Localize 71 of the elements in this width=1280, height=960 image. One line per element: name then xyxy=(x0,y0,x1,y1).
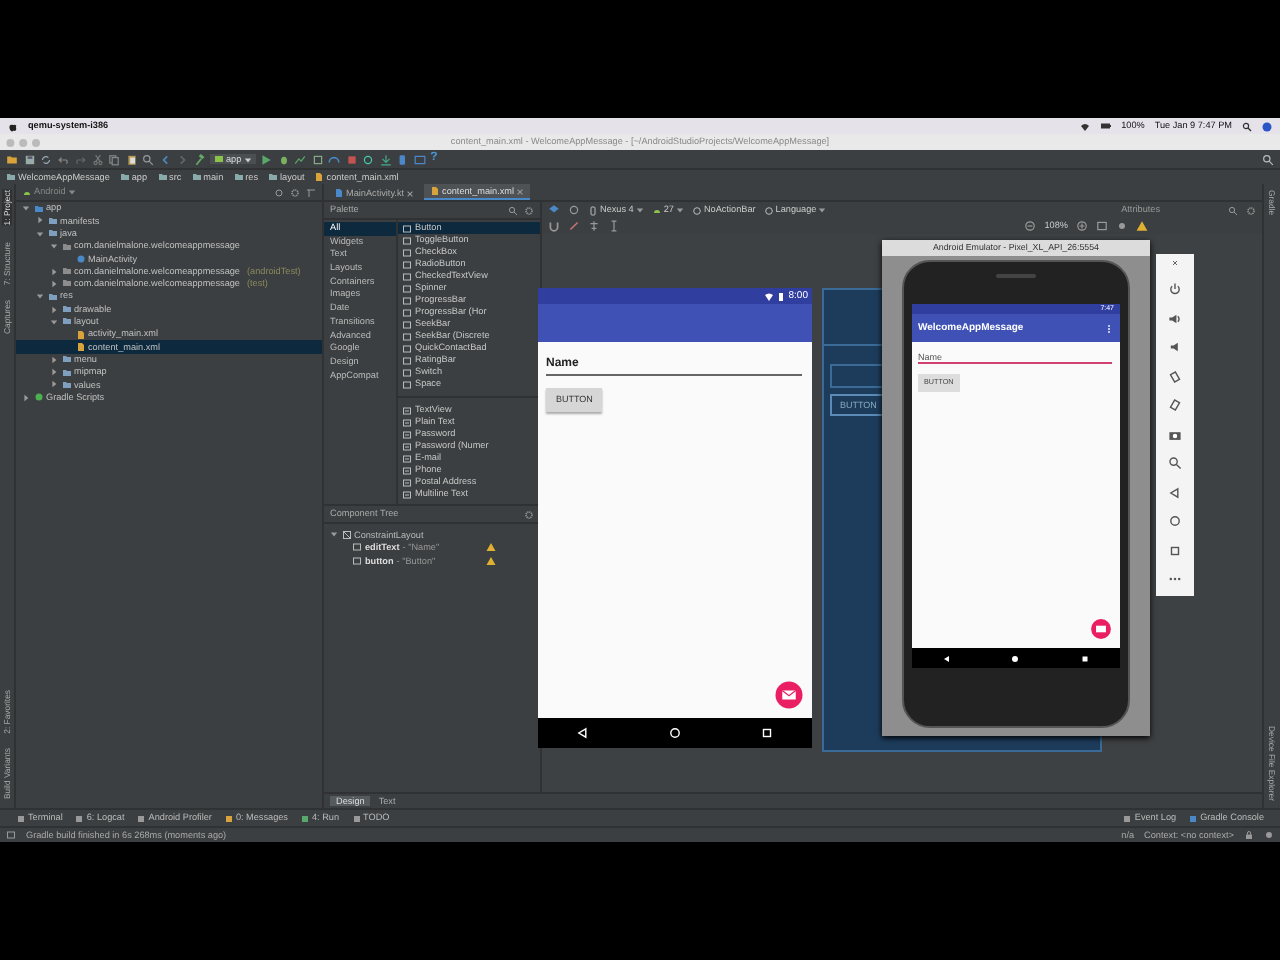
gear-icon[interactable] xyxy=(290,187,300,197)
close-icon[interactable] xyxy=(1170,258,1180,268)
circle-icon xyxy=(691,205,702,215)
collapse-icon[interactable] xyxy=(306,187,316,197)
fab-mail-icon[interactable] xyxy=(774,680,804,710)
wifi-icon xyxy=(764,291,775,301)
back-icon[interactable] xyxy=(941,653,952,663)
volume-down-icon[interactable] xyxy=(1168,340,1182,355)
warning-icon[interactable] xyxy=(486,555,496,566)
warning-icon[interactable] xyxy=(486,542,496,553)
align-icon[interactable] xyxy=(588,220,600,232)
android-icon xyxy=(651,205,662,215)
avatar-icon[interactable] xyxy=(1262,121,1272,131)
gear-icon[interactable] xyxy=(524,205,534,215)
fit-icon[interactable] xyxy=(1096,220,1108,232)
tool-window-icon xyxy=(16,813,26,823)
caret-icon xyxy=(67,188,76,196)
search-icon[interactable] xyxy=(1262,153,1274,165)
volume-up-icon[interactable] xyxy=(1168,311,1182,326)
panel-toggle-icon[interactable] xyxy=(6,830,16,840)
tool-window-icon xyxy=(1188,813,1199,823)
text-cursor-icon[interactable] xyxy=(608,220,620,232)
back-icon[interactable] xyxy=(1168,485,1182,500)
layout-icon xyxy=(341,529,351,540)
tool-window-icon xyxy=(351,813,362,823)
gauge-icon[interactable] xyxy=(328,153,341,165)
hammer-icon[interactable] xyxy=(193,153,205,165)
camera-icon[interactable] xyxy=(1168,427,1182,442)
fab-mail-icon[interactable] xyxy=(1090,618,1112,640)
profiler-icon[interactable] xyxy=(294,153,307,165)
zoom-out-icon[interactable] xyxy=(1024,220,1037,232)
cut-icon[interactable] xyxy=(91,153,103,165)
copy-icon[interactable] xyxy=(108,153,120,165)
stop-icon[interactable] xyxy=(345,153,358,165)
expand-arrow-icon[interactable] xyxy=(22,393,30,402)
power-icon[interactable] xyxy=(1168,282,1182,297)
download-icon[interactable] xyxy=(379,153,392,165)
zoom-icon[interactable] xyxy=(1168,456,1182,471)
android-icon xyxy=(22,187,32,197)
rotate-left-icon[interactable] xyxy=(1168,369,1182,384)
battery-icon xyxy=(776,291,787,301)
search-icon[interactable] xyxy=(1242,121,1252,131)
rotate-right-icon[interactable] xyxy=(1168,398,1182,413)
undo-icon[interactable] xyxy=(57,153,69,165)
zoom-in-icon[interactable] xyxy=(1076,220,1088,232)
phone-icon xyxy=(588,205,598,215)
close-icon[interactable] xyxy=(516,187,525,195)
caret-icon xyxy=(243,155,252,163)
tool-window-icon xyxy=(1122,813,1133,823)
gear-icon[interactable] xyxy=(524,509,534,519)
caret-icon xyxy=(675,206,684,214)
target-icon[interactable] xyxy=(274,187,284,197)
battery-icon[interactable] xyxy=(1099,120,1112,132)
caret-icon xyxy=(818,206,827,214)
phone-icon[interactable] xyxy=(396,153,409,165)
home-icon[interactable] xyxy=(1168,514,1182,529)
layers-icon[interactable] xyxy=(548,204,560,216)
tool-window-icon xyxy=(74,813,85,823)
home-icon[interactable] xyxy=(1010,653,1021,663)
lock-icon[interactable] xyxy=(1244,830,1254,840)
recents-icon[interactable] xyxy=(1168,543,1182,558)
tool-window-icon xyxy=(299,813,310,823)
magnet-icon[interactable] xyxy=(548,220,560,232)
tool-window-icon xyxy=(136,813,147,823)
caret-icon xyxy=(635,206,644,214)
wifi-icon[interactable] xyxy=(1079,121,1090,131)
recents-icon[interactable] xyxy=(1080,653,1091,663)
tool-window-icon xyxy=(223,813,234,823)
save-icon[interactable] xyxy=(23,153,35,165)
gear-icon[interactable] xyxy=(1246,205,1256,215)
paste-icon[interactable] xyxy=(125,153,137,165)
